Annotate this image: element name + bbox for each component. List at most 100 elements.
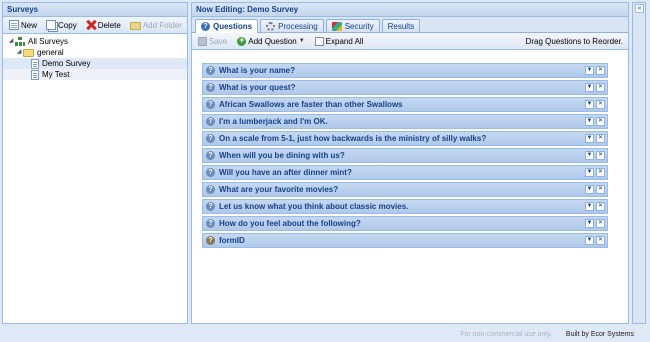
surveys-toolbar: New Copy Delete Add Folder xyxy=(3,17,187,34)
chevron-down-icon[interactable]: ▼ xyxy=(585,66,594,75)
add-icon xyxy=(237,35,247,46)
question-label: formID xyxy=(219,236,245,245)
collapsed-panel: « xyxy=(632,2,646,324)
close-icon[interactable]: ✕ xyxy=(596,168,605,177)
expand-panel-icon[interactable]: « xyxy=(635,4,644,13)
close-icon[interactable]: ✕ xyxy=(596,83,605,92)
tree-node-label: All Surveys xyxy=(28,37,69,46)
close-icon[interactable]: ✕ xyxy=(596,185,605,194)
reorder-hint: Drag Questions to Reorder. xyxy=(525,36,623,46)
license-notice: For non-commercial use only. xyxy=(460,330,552,338)
expand-all-button[interactable]: Expand All xyxy=(312,34,367,48)
new-document-icon xyxy=(9,20,19,30)
chevron-down-icon[interactable]: ▼ xyxy=(585,100,594,109)
credit-text: Built by Ecor Systems xyxy=(565,330,634,338)
question-label: What is your name? xyxy=(219,66,296,75)
question-label: I'm a lumberjack and I'm OK. xyxy=(219,117,328,126)
delete-button[interactable]: Delete xyxy=(83,18,124,32)
tab-label: Questions xyxy=(213,22,253,31)
delete-icon xyxy=(86,20,96,30)
chevron-down-icon[interactable]: ▼ xyxy=(585,202,594,211)
chevron-down-icon[interactable]: ▼ xyxy=(585,219,594,228)
add-folder-button[interactable]: Add Folder xyxy=(127,18,185,32)
question-row[interactable]: formID ▼✕ xyxy=(202,233,608,248)
delete-button-label: Delete xyxy=(97,20,121,30)
status-bar: For non-commercial use only. Built by Ec… xyxy=(0,326,650,342)
question-row[interactable]: Will you have an after dinner mint? ▼✕ xyxy=(202,165,608,180)
chevron-down-icon[interactable]: ▼ xyxy=(585,83,594,92)
tree-node-label: Demo Survey xyxy=(42,59,91,68)
question-icon xyxy=(206,236,215,245)
editor-panel-title: Now Editing: Demo Survey xyxy=(192,3,628,17)
tab-security[interactable]: Security xyxy=(325,19,380,32)
chevron-down-icon: ▼ xyxy=(298,38,305,44)
tree-node-general[interactable]: ◢ general xyxy=(3,47,187,58)
save-button[interactable]: Save xyxy=(195,34,230,48)
expand-icon xyxy=(314,36,324,46)
question-list: What is your name?▼✕What is your quest?▼… xyxy=(202,63,608,250)
tab-results[interactable]: Results xyxy=(381,19,421,32)
security-icon xyxy=(331,21,342,31)
expand-all-label: Expand All xyxy=(325,36,364,46)
chevron-down-icon[interactable]: ▼ xyxy=(585,185,594,194)
chevron-down-icon[interactable]: ▼ xyxy=(585,236,594,245)
tree-node-all-surveys[interactable]: ◢ All Surveys xyxy=(3,36,187,47)
tab-processing[interactable]: Processing xyxy=(260,19,324,32)
question-icon: ? xyxy=(201,22,210,31)
surveys-panel-title: Surveys xyxy=(3,3,187,17)
save-icon xyxy=(198,36,207,46)
chevron-down-icon[interactable]: ▼ xyxy=(585,134,594,143)
tree-node-demo-survey[interactable]: Demo Survey xyxy=(3,58,187,69)
add-folder-button-label: Add Folder xyxy=(142,20,182,30)
close-icon[interactable]: ✕ xyxy=(596,117,605,126)
questions-toolbar: Save Add Question ▼ Expand All Drag Ques… xyxy=(192,33,628,50)
close-icon[interactable]: ✕ xyxy=(596,100,605,109)
question-icon xyxy=(206,117,215,126)
close-icon[interactable]: ✕ xyxy=(596,151,605,160)
close-icon[interactable]: ✕ xyxy=(596,134,605,143)
question-icon xyxy=(206,134,215,143)
close-icon[interactable]: ✕ xyxy=(596,66,605,75)
tab-label: Security xyxy=(344,21,374,31)
question-icon xyxy=(206,168,215,177)
new-button[interactable]: New xyxy=(6,18,40,32)
add-question-button[interactable]: Add Question ▼ xyxy=(234,34,307,48)
question-icon xyxy=(206,83,215,92)
tab-questions[interactable]: ? Questions xyxy=(195,19,259,33)
question-label: African Swallows are faster than other S… xyxy=(219,100,403,109)
chevron-down-icon[interactable]: ▼ xyxy=(585,117,594,126)
question-row[interactable]: On a scale from 5-1, just how backwards … xyxy=(202,131,608,146)
question-row[interactable]: What is your name? ▼✕ xyxy=(202,63,608,78)
tree-node-label: general xyxy=(37,48,64,57)
close-icon[interactable]: ✕ xyxy=(596,202,605,211)
chevron-down-icon[interactable]: ▼ xyxy=(585,151,594,160)
tab-label: Processing xyxy=(278,21,318,31)
tab-label: Results xyxy=(387,21,415,31)
question-row[interactable]: I'm a lumberjack and I'm OK. ▼✕ xyxy=(202,114,608,129)
question-row[interactable]: How do you feel about the following? ▼✕ xyxy=(202,216,608,231)
question-label: How do you feel about the following? xyxy=(219,219,361,228)
surveys-panel: Surveys New Copy Delete Add Folder ◢ All… xyxy=(2,2,188,324)
question-icon xyxy=(206,185,215,194)
add-folder-icon xyxy=(129,22,141,30)
survey-tree: ◢ All Surveys ◢ general Demo Survey My T… xyxy=(3,34,187,80)
tree-node-label: My Test xyxy=(42,70,70,79)
copy-button[interactable]: Copy xyxy=(43,18,80,32)
close-icon[interactable]: ✕ xyxy=(596,219,605,228)
tree-node-my-test[interactable]: My Test xyxy=(3,69,187,80)
question-label: What is your quest? xyxy=(219,83,296,92)
tree-icon xyxy=(15,37,25,46)
question-label: What are your favorite movies? xyxy=(219,185,339,194)
collapse-arrow-icon[interactable]: ◢ xyxy=(7,36,15,47)
question-row[interactable]: What are your favorite movies? ▼✕ xyxy=(202,182,608,197)
question-label: On a scale from 5-1, just how backwards … xyxy=(219,134,487,143)
document-icon xyxy=(31,58,39,69)
question-row[interactable]: African Swallows are faster than other S… xyxy=(202,97,608,112)
question-row[interactable]: When will you be dining with us? ▼✕ xyxy=(202,148,608,163)
question-label: When will you be dining with us? xyxy=(219,151,345,160)
question-row[interactable]: What is your quest? ▼✕ xyxy=(202,80,608,95)
chevron-down-icon[interactable]: ▼ xyxy=(585,168,594,177)
question-row[interactable]: Let us know what you think about classic… xyxy=(202,199,608,214)
close-icon[interactable]: ✕ xyxy=(596,236,605,245)
collapse-arrow-icon[interactable]: ◢ xyxy=(15,47,23,58)
